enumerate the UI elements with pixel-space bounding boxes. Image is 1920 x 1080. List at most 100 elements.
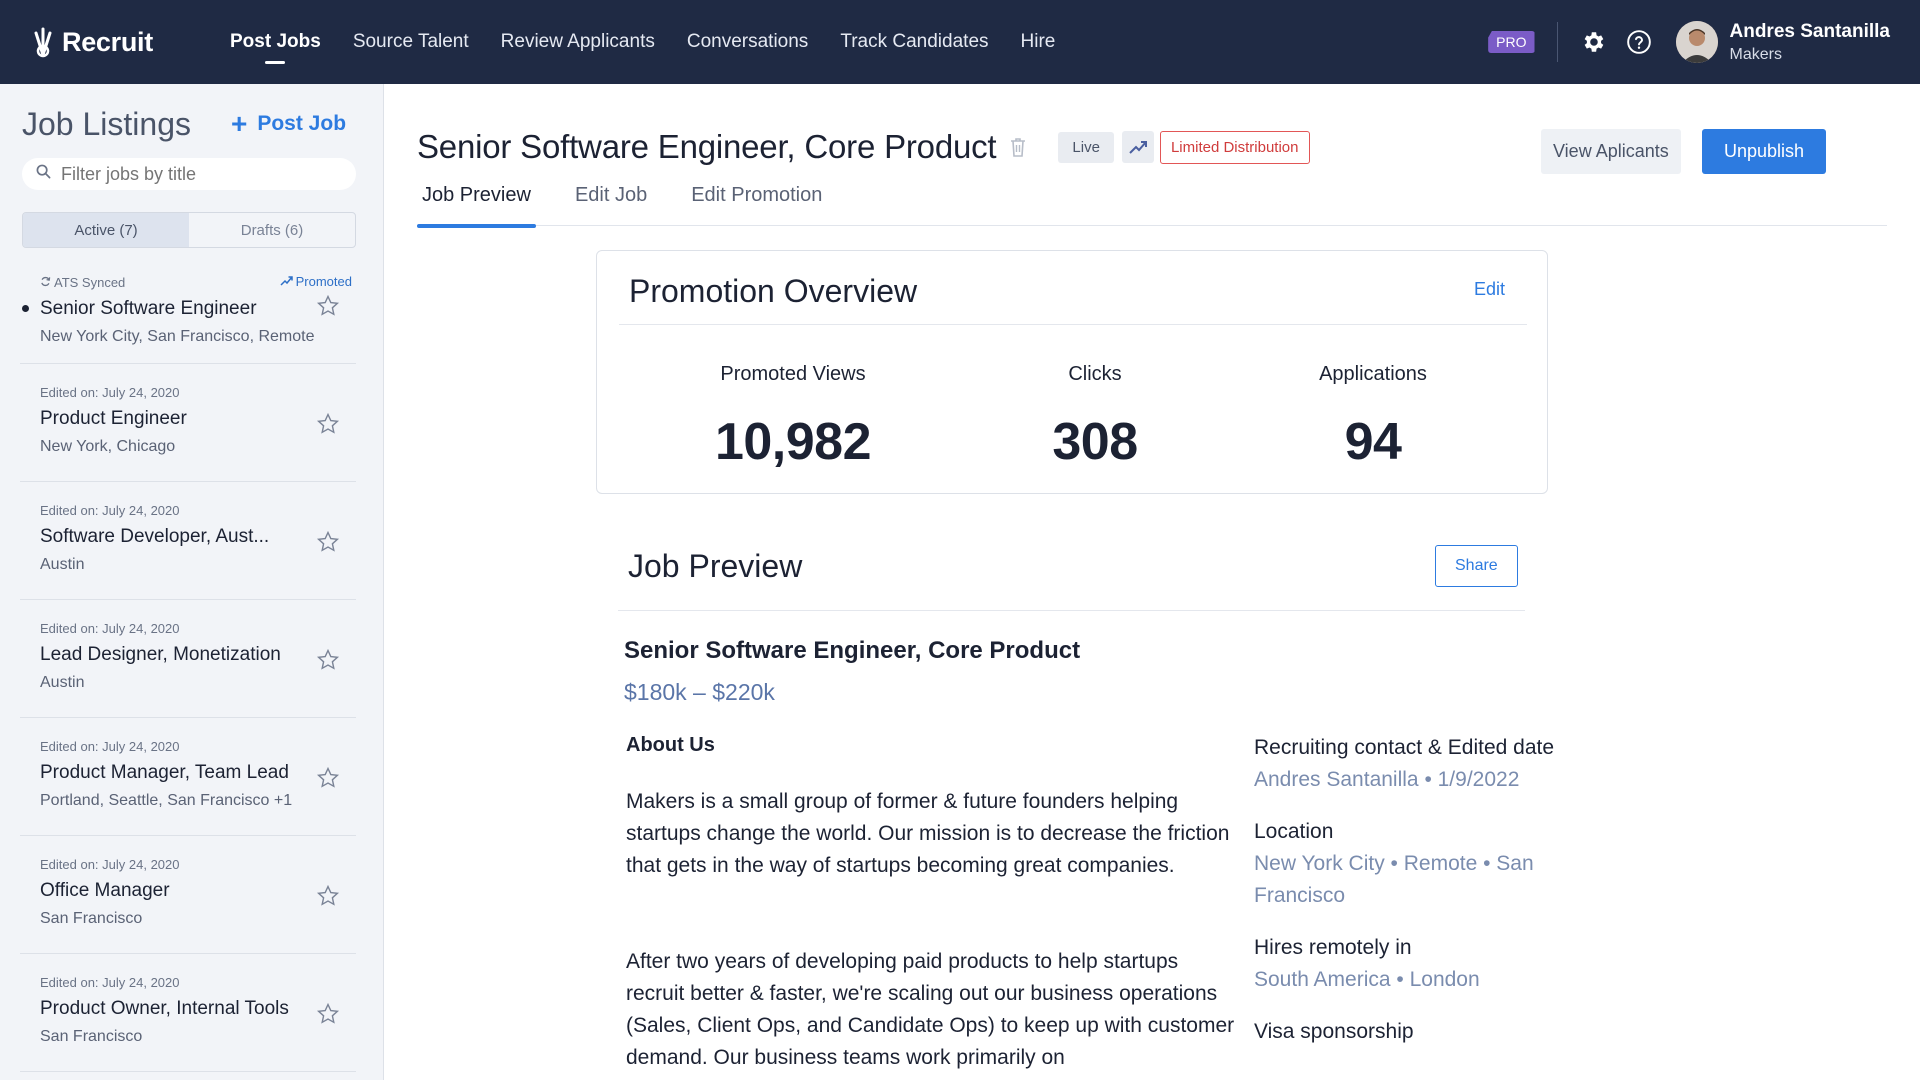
star-icon[interactable] bbox=[316, 884, 340, 908]
edit-promotion-link[interactable]: Edit bbox=[1474, 279, 1505, 300]
user-org: Makers bbox=[1729, 45, 1782, 63]
tab-job-preview[interactable]: Job Preview bbox=[417, 184, 536, 228]
detail-value: Andres Santanilla • 1/9/2022 bbox=[1254, 768, 1520, 791]
tab-edit-promotion[interactable]: Edit Promotion bbox=[686, 184, 827, 226]
salary-range: $180k – $220k bbox=[624, 679, 775, 705]
job-location: San Francisco bbox=[40, 910, 143, 927]
stat-value: 94 bbox=[1344, 413, 1402, 471]
job-title: Lead Designer, Monetization bbox=[40, 644, 281, 665]
unpublish-button[interactable]: Unpublish bbox=[1702, 129, 1827, 174]
stat-promoted-views: Promoted Views 10,982 bbox=[693, 363, 893, 472]
detail-value: New York City • Remote • San Francisco bbox=[1254, 852, 1534, 907]
job-location: San Francisco bbox=[40, 1028, 143, 1045]
user-info[interactable]: Andres Santanilla Makers bbox=[1730, 21, 1891, 64]
tab-edit-job[interactable]: Edit Job bbox=[570, 184, 652, 226]
promoted-label: Promoted bbox=[295, 274, 352, 289]
user-name: Andres Santanilla bbox=[1729, 20, 1891, 42]
listing-status-toggle: Active (7) Drafts (6) bbox=[22, 212, 356, 248]
star-icon[interactable] bbox=[316, 530, 340, 554]
job-location: New York City, San Francisco, Remote bbox=[40, 328, 315, 345]
promoted-badge: Promoted bbox=[280, 274, 352, 289]
pro-badge: PRO bbox=[1488, 31, 1535, 53]
star-icon[interactable] bbox=[316, 412, 340, 436]
avatar[interactable] bbox=[1675, 21, 1718, 63]
list-item[interactable]: Edited on: July 24, 2020 Product Owner, … bbox=[20, 954, 356, 1072]
promotion-overview-card: Promotion Overview Edit Promoted Views 1… bbox=[596, 250, 1548, 494]
job-meta: Edited on: July 24, 2020 bbox=[40, 384, 180, 400]
post-job-label: Post Job bbox=[257, 112, 347, 135]
job-location: Portland, Seattle, San Francisco +1 bbox=[40, 792, 293, 809]
main-nav: Post Jobs Source Talent Review Applicant… bbox=[230, 0, 1087, 84]
nav-track-candidates[interactable]: Track Candidates bbox=[840, 0, 988, 84]
job-title: Product Owner, Internal Tools bbox=[40, 998, 289, 1019]
help-icon[interactable] bbox=[1624, 27, 1654, 57]
page-title: Senior Software Engineer, Core Product bbox=[417, 128, 997, 165]
share-button[interactable]: Share bbox=[1435, 545, 1518, 587]
stat-label: Promoted Views bbox=[720, 363, 866, 385]
list-item[interactable]: Edited on: July 24, 2020 Product Manager… bbox=[20, 718, 356, 836]
stat-clicks: Clicks 308 bbox=[1025, 363, 1165, 472]
job-tabs: Job Preview Edit Job Edit Promotion bbox=[417, 184, 1887, 228]
job-preview-title: Job Preview bbox=[628, 548, 803, 584]
trash-icon[interactable] bbox=[1008, 136, 1028, 158]
job-title: Product Manager, Team Lead bbox=[40, 762, 289, 783]
detail-label: Visa sponsorship bbox=[1254, 1020, 1414, 1043]
nav-post-jobs[interactable]: Post Jobs bbox=[230, 0, 321, 84]
nav-hire[interactable]: Hire bbox=[1021, 0, 1056, 84]
star-icon[interactable] bbox=[316, 648, 340, 672]
promotion-title: Promotion Overview bbox=[629, 273, 918, 309]
job-meta: Edited on: July 24, 2020 bbox=[40, 502, 180, 518]
list-item[interactable]: Edited on: July 24, 2020 Lead Designer, … bbox=[20, 600, 356, 718]
nav-source-talent[interactable]: Source Talent bbox=[353, 0, 469, 84]
nav-conversations[interactable]: Conversations bbox=[687, 0, 808, 84]
list-item[interactable]: Edited on: July 24, 2020 Office Manager … bbox=[20, 836, 356, 954]
star-icon[interactable] bbox=[316, 766, 340, 790]
job-location: Austin bbox=[40, 674, 85, 691]
list-item[interactable]: Edited on: July 24, 2020 Software Develo… bbox=[20, 482, 356, 600]
trend-up-icon bbox=[1121, 131, 1154, 163]
post-job-button[interactable]: + Post Job bbox=[231, 110, 346, 138]
job-location: Austin bbox=[40, 556, 85, 573]
stat-value: 308 bbox=[1052, 413, 1138, 471]
job-search-box[interactable] bbox=[22, 158, 356, 190]
status-badge-limited: Limited Distribution bbox=[1159, 130, 1310, 164]
tab-draft-jobs[interactable]: Drafts (6) bbox=[189, 213, 355, 247]
status-badge-live: Live bbox=[1058, 131, 1114, 163]
selected-indicator bbox=[22, 305, 29, 312]
divider bbox=[618, 610, 1525, 611]
job-details-column: Recruiting contact & Edited date Andres … bbox=[1254, 732, 1554, 1048]
stat-applications: Applications 94 bbox=[1293, 363, 1453, 472]
view-applicants-button[interactable]: View Aplicants bbox=[1541, 129, 1681, 174]
list-item[interactable]: Edited on: July 24, 2020 Product Enginee… bbox=[20, 364, 356, 482]
star-icon[interactable] bbox=[316, 294, 340, 318]
job-list: ATS Synced Promoted Senior Software Engi… bbox=[0, 260, 383, 1072]
about-paragraph-1: Makers is a small group of former & futu… bbox=[626, 790, 1230, 877]
detail-label: Hires remotely in bbox=[1254, 936, 1412, 959]
job-meta: Edited on: July 24, 2020 bbox=[40, 974, 180, 990]
star-icon[interactable] bbox=[316, 1002, 340, 1026]
job-meta-text: ATS Synced bbox=[54, 274, 126, 290]
trend-up-icon bbox=[280, 274, 293, 289]
job-meta: Edited on: July 24, 2020 bbox=[40, 620, 180, 636]
list-item[interactable]: ATS Synced Promoted Senior Software Engi… bbox=[20, 260, 356, 364]
search-icon bbox=[36, 164, 51, 184]
job-title: Senior Software Engineer bbox=[40, 298, 257, 319]
job-location: New York, Chicago bbox=[40, 438, 176, 455]
nav-review-applicants[interactable]: Review Applicants bbox=[501, 0, 655, 84]
detail-label: Recruiting contact & Edited date bbox=[1254, 736, 1555, 759]
top-right-actions: PRO Andres Santanilla Makers bbox=[1488, 0, 1890, 84]
sidebar-title: Job Listings bbox=[22, 105, 191, 142]
detail-label: Location bbox=[1254, 820, 1334, 843]
detail-value: South America • London bbox=[1254, 968, 1480, 991]
brand-logo[interactable]: Recruit bbox=[30, 25, 200, 59]
sync-icon bbox=[40, 275, 51, 290]
tab-active-jobs[interactable]: Active (7) bbox=[23, 213, 189, 247]
plus-icon: + bbox=[230, 108, 248, 139]
search-input[interactable] bbox=[61, 163, 341, 185]
sidebar-header: Job Listings + Post Job bbox=[0, 84, 383, 144]
job-meta: Edited on: July 24, 2020 bbox=[40, 856, 180, 872]
job-header: Senior Software Engineer, Core Product L… bbox=[417, 128, 1310, 166]
gear-icon[interactable] bbox=[1578, 27, 1608, 57]
job-detail-panel: Senior Software Engineer, Core Product L… bbox=[385, 84, 1920, 1080]
about-us-heading: About Us bbox=[626, 734, 715, 756]
